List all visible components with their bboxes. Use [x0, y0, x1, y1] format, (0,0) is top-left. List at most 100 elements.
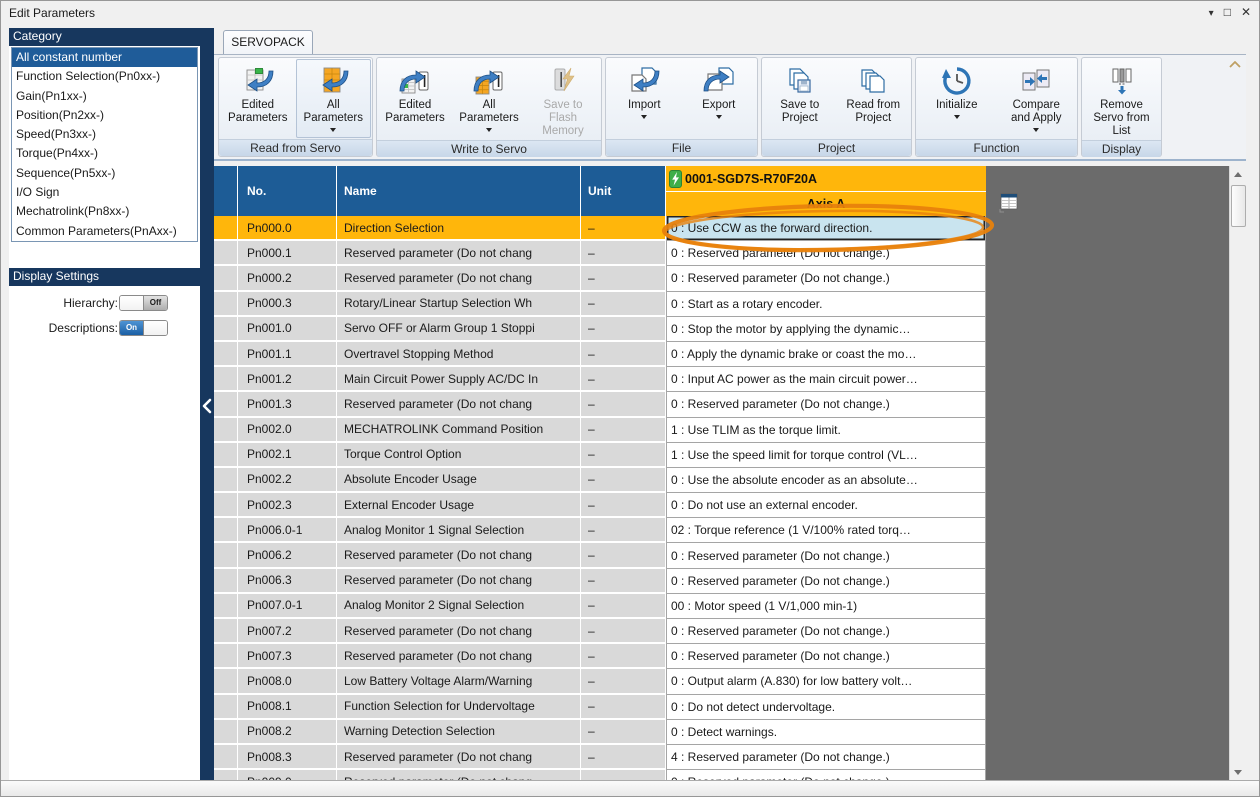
param-value-cell[interactable]: 0 : Do not detect undervoltage. — [666, 695, 986, 720]
window-menu-icon[interactable]: ▾ — [1209, 3, 1214, 23]
row-lead-cell[interactable] — [214, 720, 238, 745]
param-no-cell[interactable]: Pn001.1 — [238, 342, 337, 367]
param-name-cell[interactable]: Servo OFF or Alarm Group 1 Stoppi — [337, 317, 581, 342]
import-button[interactable]: Import — [607, 59, 682, 138]
tab-servopack[interactable]: SERVOPACK — [223, 30, 313, 54]
param-name-cell[interactable]: Overtravel Stopping Method — [337, 342, 581, 367]
row-lead-cell[interactable] — [214, 468, 238, 493]
row-lead-cell[interactable] — [214, 493, 238, 518]
param-name-cell[interactable]: Reserved parameter (Do not chang — [337, 241, 581, 266]
descriptions-toggle[interactable]: On — [119, 320, 168, 336]
param-no-cell[interactable]: Pn007.0-1 — [238, 594, 337, 619]
row-lead-cell[interactable] — [214, 695, 238, 720]
param-unit-cell[interactable]: – — [581, 644, 666, 669]
param-no-cell[interactable]: Pn001.2 — [238, 367, 337, 392]
param-no-cell[interactable]: Pn006.3 — [238, 569, 337, 594]
param-value-cell[interactable]: 0 : Use the absolute encoder as an absol… — [666, 468, 986, 493]
param-name-cell[interactable]: Low Battery Voltage Alarm/Warning — [337, 669, 581, 694]
param-no-cell[interactable]: Pn008.1 — [238, 695, 337, 720]
category-item[interactable]: Sequence(Pn5xx-) — [12, 164, 197, 183]
hierarchy-toggle[interactable]: Off — [119, 295, 168, 311]
param-name-cell[interactable]: Warning Detection Selection — [337, 720, 581, 745]
category-item[interactable]: Speed(Pn3xx-) — [12, 125, 197, 144]
ribbon-collapse-icon[interactable] — [1228, 60, 1242, 69]
param-value-cell[interactable]: 0 : Output alarm (A.830) for low battery… — [666, 669, 986, 694]
param-unit-cell[interactable]: – — [581, 669, 666, 694]
param-name-cell[interactable]: Reserved parameter (Do not chang — [337, 569, 581, 594]
param-value-cell[interactable]: 0 : Reserved parameter (Do not change.) — [666, 543, 986, 568]
param-no-cell[interactable]: Pn001.3 — [238, 392, 337, 417]
scroll-up-button[interactable] — [1230, 166, 1246, 183]
param-unit-cell[interactable]: – — [581, 695, 666, 720]
row-lead-cell[interactable] — [214, 518, 238, 543]
param-value-cell[interactable]: 00 : Motor speed (1 V/1,000 min-1) — [666, 594, 986, 619]
param-unit-cell[interactable]: – — [581, 468, 666, 493]
dropdown-arrow-icon[interactable] — [330, 128, 336, 132]
row-lead-cell[interactable] — [214, 367, 238, 392]
param-value-cell[interactable]: 0 : Start as a rotary encoder. — [666, 292, 986, 317]
param-name-cell[interactable]: Torque Control Option — [337, 443, 581, 468]
row-lead-cell[interactable] — [214, 241, 238, 266]
param-name-cell[interactable]: Reserved parameter (Do not chang — [337, 644, 581, 669]
remove-servo-button[interactable]: Remove Servo from List — [1083, 59, 1160, 139]
row-lead-cell[interactable] — [214, 266, 238, 291]
row-lead-cell[interactable] — [214, 392, 238, 417]
maximize-icon[interactable]: □ — [1224, 3, 1231, 23]
param-no-cell[interactable]: Pn002.2 — [238, 468, 337, 493]
param-name-cell[interactable]: Main Circuit Power Supply AC/DC In — [337, 367, 581, 392]
category-item[interactable]: Function Selection(Pn0xx-) — [12, 67, 197, 86]
param-name-cell[interactable]: Analog Monitor 1 Signal Selection — [337, 518, 581, 543]
param-name-cell[interactable]: External Encoder Usage — [337, 493, 581, 518]
servo-column-header[interactable]: 0001-SGD7S-R70F20A Axis A — [666, 166, 986, 216]
param-no-cell[interactable]: Pn006.0-1 — [238, 518, 337, 543]
param-value-cell[interactable]: 1 : Use TLIM as the torque limit. — [666, 418, 986, 443]
param-no-cell[interactable]: Pn007.2 — [238, 619, 337, 644]
param-name-cell[interactable]: Analog Monitor 2 Signal Selection — [337, 594, 581, 619]
param-name-cell[interactable]: Absolute Encoder Usage — [337, 468, 581, 493]
export-button[interactable]: Export — [682, 59, 757, 138]
param-no-cell[interactable]: Pn007.3 — [238, 644, 337, 669]
param-value-cell[interactable]: 4 : Reserved parameter (Do not change.) — [666, 745, 986, 770]
param-value-cell[interactable]: 0 : Input AC power as the main circuit p… — [666, 367, 986, 392]
param-unit-cell[interactable]: – — [581, 392, 666, 417]
dropdown-arrow-icon[interactable] — [954, 115, 960, 119]
row-lead-cell[interactable] — [214, 292, 238, 317]
param-value-cell[interactable]: 0 : Use CCW as the forward direction. — [666, 216, 986, 241]
dropdown-arrow-icon[interactable] — [486, 128, 492, 132]
param-unit-cell[interactable]: – — [581, 241, 666, 266]
param-unit-cell[interactable]: – — [581, 518, 666, 543]
param-name-cell[interactable]: MECHATROLINK Command Position — [337, 418, 581, 443]
compare-apply-button[interactable]: Compare and Apply — [997, 59, 1077, 138]
row-lead-cell[interactable] — [214, 342, 238, 367]
category-item[interactable]: Gain(Pn1xx-) — [12, 87, 197, 106]
param-value-cell[interactable]: 0 : Reserved parameter (Do not change.) — [666, 266, 986, 291]
param-value-cell[interactable]: 1 : Use the speed limit for torque contr… — [666, 443, 986, 468]
param-unit-cell[interactable]: – — [581, 569, 666, 594]
category-item[interactable]: Mechatrolink(Pn8xx-) — [12, 202, 197, 221]
row-lead-cell[interactable] — [214, 669, 238, 694]
param-no-cell[interactable]: Pn002.3 — [238, 493, 337, 518]
row-lead-cell[interactable] — [214, 594, 238, 619]
save-project-button[interactable]: Save to Project — [763, 59, 837, 138]
row-lead-cell[interactable] — [214, 644, 238, 669]
param-no-cell[interactable]: Pn001.0 — [238, 317, 337, 342]
param-unit-cell[interactable]: – — [581, 543, 666, 568]
param-unit-cell[interactable]: – — [581, 745, 666, 770]
param-value-cell[interactable]: 0 : Apply the dynamic brake or coast the… — [666, 342, 986, 367]
row-lead-cell[interactable] — [214, 543, 238, 568]
param-no-cell[interactable]: Pn000.3 — [238, 292, 337, 317]
param-name-cell[interactable]: Reserved parameter (Do not chang — [337, 392, 581, 417]
param-unit-cell[interactable]: – — [581, 266, 666, 291]
param-unit-cell[interactable]: – — [581, 720, 666, 745]
read-edited-button[interactable]: Edited Parameters — [220, 59, 296, 138]
param-unit-cell[interactable]: – — [581, 594, 666, 619]
scrollbar-thumb[interactable] — [1231, 185, 1246, 227]
param-value-cell[interactable]: 0 : Detect warnings. — [666, 720, 986, 745]
param-name-cell[interactable]: Direction Selection — [337, 216, 581, 241]
row-lead-cell[interactable] — [214, 443, 238, 468]
write-all-button[interactable]: All Parameters — [452, 59, 526, 139]
param-no-cell[interactable]: Pn000.2 — [238, 266, 337, 291]
close-icon[interactable]: ✕ — [1241, 3, 1251, 23]
row-lead-cell[interactable] — [214, 216, 238, 241]
param-name-cell[interactable]: Reserved parameter (Do not chang — [337, 745, 581, 770]
